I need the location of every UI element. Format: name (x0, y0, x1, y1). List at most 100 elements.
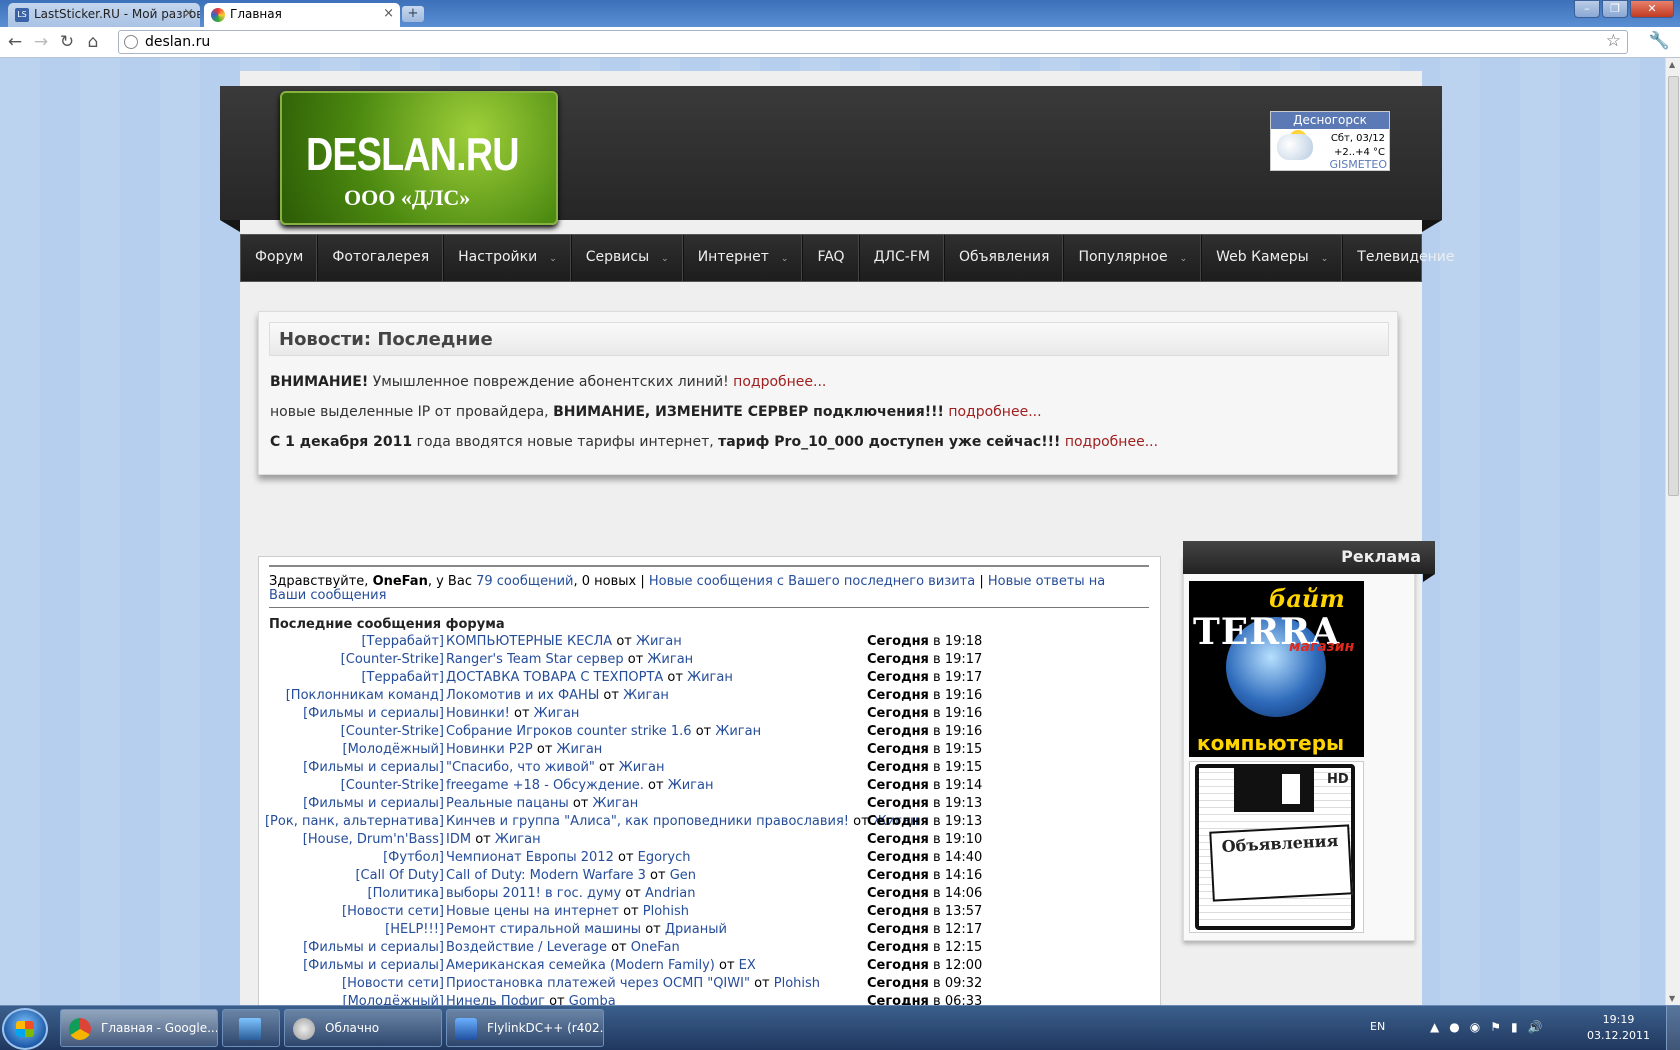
post-author-link[interactable]: Egorych (638, 850, 691, 865)
post-category-link[interactable]: [Террабайт] (361, 670, 444, 685)
post-author-link[interactable]: Plohish (774, 976, 820, 991)
post-category-link[interactable]: [Рок, панк, альтернатива] (265, 814, 444, 829)
nav-item-forum[interactable]: Форум (241, 235, 319, 281)
post-category-link[interactable]: [Counter-Strike] (341, 724, 444, 739)
reload-icon[interactable]: ↻ (56, 31, 78, 53)
show-desktop-button[interactable] (1666, 1006, 1680, 1050)
post-author-link[interactable]: Жиган (715, 724, 761, 739)
post-category-link[interactable]: [Counter-Strike] (341, 778, 444, 793)
page-info-icon[interactable] (124, 35, 138, 49)
minimize-button[interactable]: – (1574, 0, 1600, 18)
news-more-link[interactable]: подробнее... (944, 404, 1041, 420)
task-weather[interactable]: Облачно (284, 1009, 442, 1047)
task-chrome[interactable]: Главная - Google... (60, 1009, 218, 1047)
post-author-link[interactable]: Gomba (569, 994, 616, 1005)
post-author-link[interactable]: Gen (670, 868, 696, 883)
new-since-link[interactable]: Новые сообщения с Вашего последнего визи… (649, 574, 975, 589)
post-topic-link[interactable]: Call of Duty: Modern Warfare 3 (446, 868, 646, 883)
home-icon[interactable]: ⌂ (82, 31, 104, 53)
post-category-link[interactable]: [Фильмы и сериалы] (303, 940, 444, 955)
post-topic-link[interactable]: Ремонт стиральной машины (446, 922, 641, 937)
flag-icon[interactable]: ⚑ (1490, 1020, 1501, 1034)
post-category-link[interactable]: [Поклонникам команд] (286, 688, 444, 703)
weather-widget[interactable]: Десногорск Сбт, 03/12 +2..+4 °C GISMETEO (1270, 111, 1390, 171)
nav-item-internet[interactable]: Интернет ⌄ (684, 235, 804, 281)
scroll-up-icon[interactable]: ▲ (1669, 60, 1675, 69)
post-author-link[interactable]: EX (739, 958, 756, 973)
post-topic-link[interactable]: КОМПЬЮТЕРНЫЕ КЕСЛА (446, 634, 612, 649)
post-topic-link[interactable]: Чемпионат Европы 2012 (446, 850, 614, 865)
post-topic-link[interactable]: Кинчев и группа "Алиса", как проповедник… (446, 814, 849, 829)
post-topic-link[interactable]: Новинки P2P (446, 742, 533, 757)
nav-item-faq[interactable]: FAQ (803, 235, 860, 281)
post-category-link[interactable]: [House, Drum'n'Bass] (303, 832, 444, 847)
scroll-down-icon[interactable]: ▼ (1669, 994, 1675, 1003)
post-author-link[interactable]: Дрианый (665, 922, 727, 937)
show-hidden-icons-icon[interactable]: ▲ (1430, 1020, 1439, 1034)
close-window-button[interactable]: ✕ (1630, 0, 1674, 18)
ad-terrabait-banner[interactable]: байт TERRA магазин компьютеры (1189, 581, 1364, 757)
network-icon[interactable]: ◉ (1470, 1020, 1480, 1034)
site-logo[interactable]: DESLAN.RU ООО «ДЛС» (280, 91, 558, 225)
post-category-link[interactable]: [Новости сети] (342, 904, 444, 919)
scrollbar-thumb[interactable] (1668, 76, 1679, 496)
post-topic-link[interactable]: IDM (446, 832, 471, 847)
language-indicator[interactable]: EN (1370, 1020, 1385, 1033)
nav-item-photogallery[interactable]: Фотогалерея (318, 235, 445, 281)
weather-brand[interactable]: GISMETEO (1329, 158, 1387, 171)
forward-icon[interactable]: → (30, 31, 52, 53)
post-topic-link[interactable]: Новинки! (446, 706, 510, 721)
post-category-link[interactable]: [Фильмы и сериалы] (303, 796, 444, 811)
post-category-link[interactable]: [Call Of Duty] (355, 868, 444, 883)
post-author-link[interactable]: Жиган (534, 706, 580, 721)
post-category-link[interactable]: [Фильмы и сериалы] (303, 706, 444, 721)
post-topic-link[interactable]: Собрание Игроков counter strike 1.6 (446, 724, 692, 739)
start-button[interactable] (2, 1008, 48, 1050)
post-author-link[interactable]: Жиган (495, 832, 541, 847)
post-author-link[interactable]: Andrian (645, 886, 696, 901)
post-author-link[interactable]: Жиган (623, 688, 669, 703)
task-flylinkdc[interactable]: FlylinkDC++ (r402... (446, 1009, 604, 1047)
nav-item-webcams[interactable]: Web Камеры ⌄ (1202, 235, 1344, 281)
news-more-link[interactable]: подробнее... (733, 374, 826, 390)
post-author-link[interactable]: Жиган (636, 634, 682, 649)
post-author-link[interactable]: Жиган (668, 778, 714, 793)
nav-item-ads[interactable]: Объявления (945, 235, 1065, 281)
post-category-link[interactable]: [Молодёжный] (343, 742, 445, 757)
nav-item-popular[interactable]: Популярное ⌄ (1064, 235, 1203, 281)
address-bar[interactable]: deslan.ru ☆ (118, 30, 1628, 54)
post-author-link[interactable]: Жиган (687, 670, 733, 685)
post-category-link[interactable]: [Террабайт] (361, 634, 444, 649)
post-category-link[interactable]: [Фильмы и сериалы] (303, 958, 444, 973)
post-author-link[interactable]: Жиган (593, 796, 639, 811)
volume-icon[interactable]: 🔊 (1528, 1020, 1543, 1034)
wrench-menu-icon[interactable]: 🔧 (1649, 31, 1670, 51)
post-topic-link[interactable]: ДОСТАВКА ТОВАРА С ТЕХПОРТА (446, 670, 663, 685)
antivirus-icon[interactable]: ● (1449, 1020, 1459, 1034)
post-topic-link[interactable]: Ranger's Team Star сервер (446, 652, 624, 667)
task-monitor[interactable] (222, 1009, 280, 1047)
post-author-link[interactable]: Жиган (557, 742, 603, 757)
post-category-link[interactable]: [Counter-Strike] (341, 652, 444, 667)
news-more-link[interactable]: подробнее... (1060, 434, 1158, 450)
messages-link[interactable]: 79 сообщений (476, 574, 573, 589)
close-tab-icon[interactable]: × (183, 6, 194, 21)
tab-laststicker[interactable]: LS LastSticker.RU - Мой разговор × (8, 3, 200, 27)
ad-announcements-banner[interactable]: HD Объявления (1189, 761, 1364, 933)
post-author-link[interactable]: Жиган (647, 652, 693, 667)
back-icon[interactable]: ← (4, 31, 26, 53)
nav-item-settings[interactable]: Настройки ⌄ (444, 235, 572, 281)
nav-item-services[interactable]: Сервисы ⌄ (572, 235, 684, 281)
bookmark-star-icon[interactable]: ☆ (1606, 31, 1621, 51)
post-category-link[interactable]: [Футбол] (383, 850, 444, 865)
post-category-link[interactable]: [Молодёжный] (343, 994, 445, 1005)
post-topic-link[interactable]: Воздействие / Leverage (446, 940, 607, 955)
power-icon[interactable]: ▮ (1511, 1020, 1518, 1034)
restore-button[interactable]: ❐ (1602, 0, 1628, 18)
nav-item-dls-fm[interactable]: ДЛС-FM (860, 235, 945, 281)
post-topic-link[interactable]: freegame +18 - Обсуждение. (446, 778, 644, 793)
post-topic-link[interactable]: Приостановка платежей через ОСМП "QIWI" (446, 976, 750, 991)
post-category-link[interactable]: [Новости сети] (342, 976, 444, 991)
post-category-link[interactable]: [Фильмы и сериалы] (303, 760, 444, 775)
post-author-link[interactable]: OneFan (631, 940, 680, 955)
